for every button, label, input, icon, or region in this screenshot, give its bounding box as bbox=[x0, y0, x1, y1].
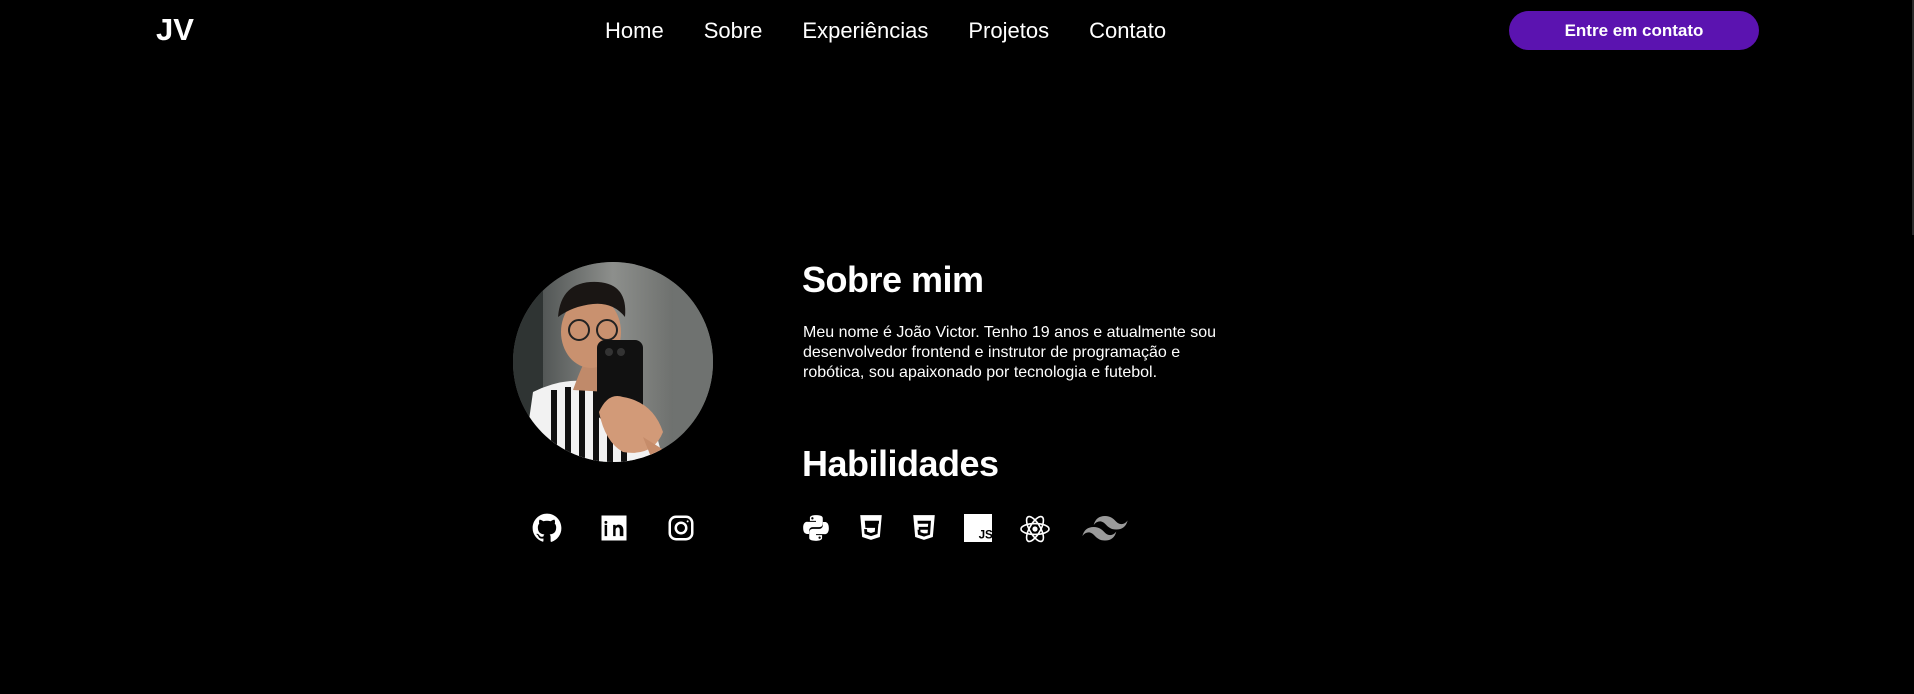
skills-title: Habilidades bbox=[802, 443, 999, 484]
avatar bbox=[513, 262, 713, 462]
github-icon[interactable] bbox=[531, 512, 563, 544]
about-title: Sobre mim bbox=[802, 259, 984, 300]
logo[interactable]: JV bbox=[156, 12, 194, 48]
contact-button[interactable]: Entre em contato bbox=[1509, 11, 1759, 50]
css3-icon bbox=[911, 514, 937, 542]
javascript-icon: JS bbox=[964, 514, 992, 542]
html5-icon bbox=[858, 514, 884, 542]
svg-text:JS: JS bbox=[979, 529, 992, 542]
nav-home[interactable]: Home bbox=[605, 17, 664, 45]
nav-experiencias[interactable]: Experiências bbox=[802, 17, 928, 45]
tailwind-icon bbox=[1082, 514, 1128, 542]
nav-contato[interactable]: Contato bbox=[1089, 17, 1166, 45]
nav-projetos[interactable]: Projetos bbox=[968, 17, 1049, 45]
nav-sobre[interactable]: Sobre bbox=[704, 17, 763, 45]
about-text: Meu nome é João Victor. Tenho 19 anos e … bbox=[803, 324, 1217, 381]
linkedin-icon[interactable] bbox=[598, 512, 630, 544]
page: JV Home Sobre Experiências Projetos Cont… bbox=[0, 0, 1914, 694]
react-icon bbox=[1019, 514, 1051, 544]
main-nav: Home Sobre Experiências Projetos Contato bbox=[605, 17, 1166, 45]
python-icon bbox=[802, 514, 830, 542]
instagram-icon[interactable] bbox=[665, 512, 697, 544]
